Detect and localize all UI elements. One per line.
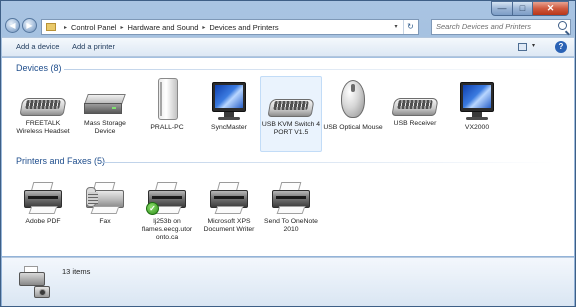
refresh-icon[interactable]: ↻: [403, 20, 417, 34]
device-label: VX2000: [464, 124, 490, 131]
group-title-devices: Devices (8): [16, 63, 62, 73]
breadcrumb-separator: ▸: [202, 24, 206, 31]
maximize-button[interactable]: □: [513, 1, 533, 16]
address-bar[interactable]: ▸ Control Panel ▸ Hardware and Sound ▸ D…: [41, 19, 419, 35]
group-divider: [64, 69, 554, 70]
keyboard-icon: [391, 88, 439, 118]
window-controls: — □ ✕: [491, 1, 569, 16]
printer-label: Send To OneNote 2010: [264, 218, 318, 233]
printer-icon: ✓: [146, 182, 188, 216]
address-dropdown-icon[interactable]: ▾: [390, 20, 402, 34]
devices-and-printers-icon: [16, 266, 54, 302]
mouse-icon: [336, 76, 370, 122]
device-item[interactable]: SyncMaster: [198, 76, 260, 132]
printer-item[interactable]: Microsoft XPS Document Writer: [198, 176, 260, 234]
keyboard-icon: [19, 88, 67, 118]
keyboard-icon: [267, 89, 315, 119]
add-device-button[interactable]: Add a device: [16, 42, 59, 51]
minimize-button[interactable]: —: [491, 1, 513, 16]
printer-icon: [208, 182, 250, 216]
title-bar: — □ ✕ ◀ ▶ ▸ Control Panel ▸ Hardware and…: [1, 1, 575, 35]
close-button[interactable]: ✕: [533, 1, 569, 16]
fax-icon: [84, 182, 126, 216]
device-item-selected[interactable]: USB KVM Switch 4 PORT V1.5: [260, 76, 322, 152]
explorer-window: — □ ✕ ◀ ▶ ▸ Control Panel ▸ Hardware and…: [0, 0, 576, 307]
monitor-icon: [457, 80, 497, 122]
group-header-devices[interactable]: Devices (8): [16, 63, 62, 73]
change-view-icon[interactable]: [518, 43, 527, 51]
printer-item[interactable]: Fax: [74, 176, 136, 226]
drive-icon: [82, 88, 128, 118]
breadcrumb-hardware-and-sound[interactable]: Hardware and Sound: [127, 23, 198, 32]
printer-item-default[interactable]: ✓ lj253b on flames.eecg.utor onto.ca: [136, 176, 198, 242]
printer-label: lj253b on flames.eecg.utor onto.ca: [141, 218, 193, 241]
add-printer-button[interactable]: Add a printer: [72, 42, 115, 51]
breadcrumb-control-panel[interactable]: Control Panel: [71, 23, 116, 32]
breadcrumb-devices-and-printers[interactable]: Devices and Printers: [209, 23, 278, 32]
printer-icon: [22, 182, 64, 216]
help-icon[interactable]: ?: [555, 41, 567, 53]
printer-icon: [270, 182, 312, 216]
device-item[interactable]: USB Receiver: [384, 76, 446, 128]
device-label: Mass Storage Device: [84, 120, 126, 135]
group-title-printers: Printers and Faxes (5): [16, 156, 106, 166]
control-panel-icon: [46, 23, 56, 31]
breadcrumb-separator: ▸: [64, 24, 68, 31]
forward-button[interactable]: ▶: [22, 18, 37, 33]
default-printer-check-icon: ✓: [146, 202, 159, 215]
device-label: SyncMaster: [211, 124, 247, 131]
group-header-printers[interactable]: Printers and Faxes (5): [16, 156, 105, 166]
device-label: USB KVM Switch 4 PORT V1.5: [261, 121, 321, 136]
printer-item[interactable]: Send To OneNote 2010: [260, 176, 322, 234]
device-item[interactable]: Mass Storage Device: [74, 76, 136, 136]
device-item[interactable]: VX2000: [446, 76, 508, 132]
printer-label: Adobe PDF: [25, 218, 61, 225]
search-placeholder: Search Devices and Printers: [436, 22, 532, 31]
monitor-icon: [209, 80, 249, 122]
device-item[interactable]: FREETALK Wireless Headset: [12, 76, 74, 136]
device-item[interactable]: PRALL-PC: [136, 76, 198, 132]
back-button[interactable]: ◀: [5, 18, 20, 33]
devices-pane: Devices (8) FREETALK Wireless Headset Ma…: [2, 58, 574, 256]
search-input[interactable]: Search Devices and Printers: [431, 19, 571, 35]
device-label: USB Receiver: [393, 120, 437, 127]
device-item[interactable]: USB Optical Mouse: [322, 76, 384, 132]
item-count: 13 items: [62, 267, 91, 276]
command-bar: Add a device Add a printer ▾ ?: [2, 37, 574, 57]
printer-label: Microsoft XPS Document Writer: [203, 218, 255, 233]
computer-tower-icon: [152, 76, 182, 122]
device-label: FREETALK Wireless Headset: [16, 120, 70, 135]
device-label: PRALL-PC: [150, 124, 184, 131]
search-icon[interactable]: [558, 21, 567, 30]
breadcrumb-separator: ▸: [120, 24, 124, 31]
group-divider: [102, 162, 554, 163]
printer-label: Fax: [99, 218, 111, 225]
details-pane: 13 items: [2, 257, 574, 306]
view-dropdown-icon[interactable]: ▾: [532, 42, 535, 49]
printer-item[interactable]: Adobe PDF: [12, 176, 74, 226]
device-label: USB Optical Mouse: [323, 124, 383, 131]
